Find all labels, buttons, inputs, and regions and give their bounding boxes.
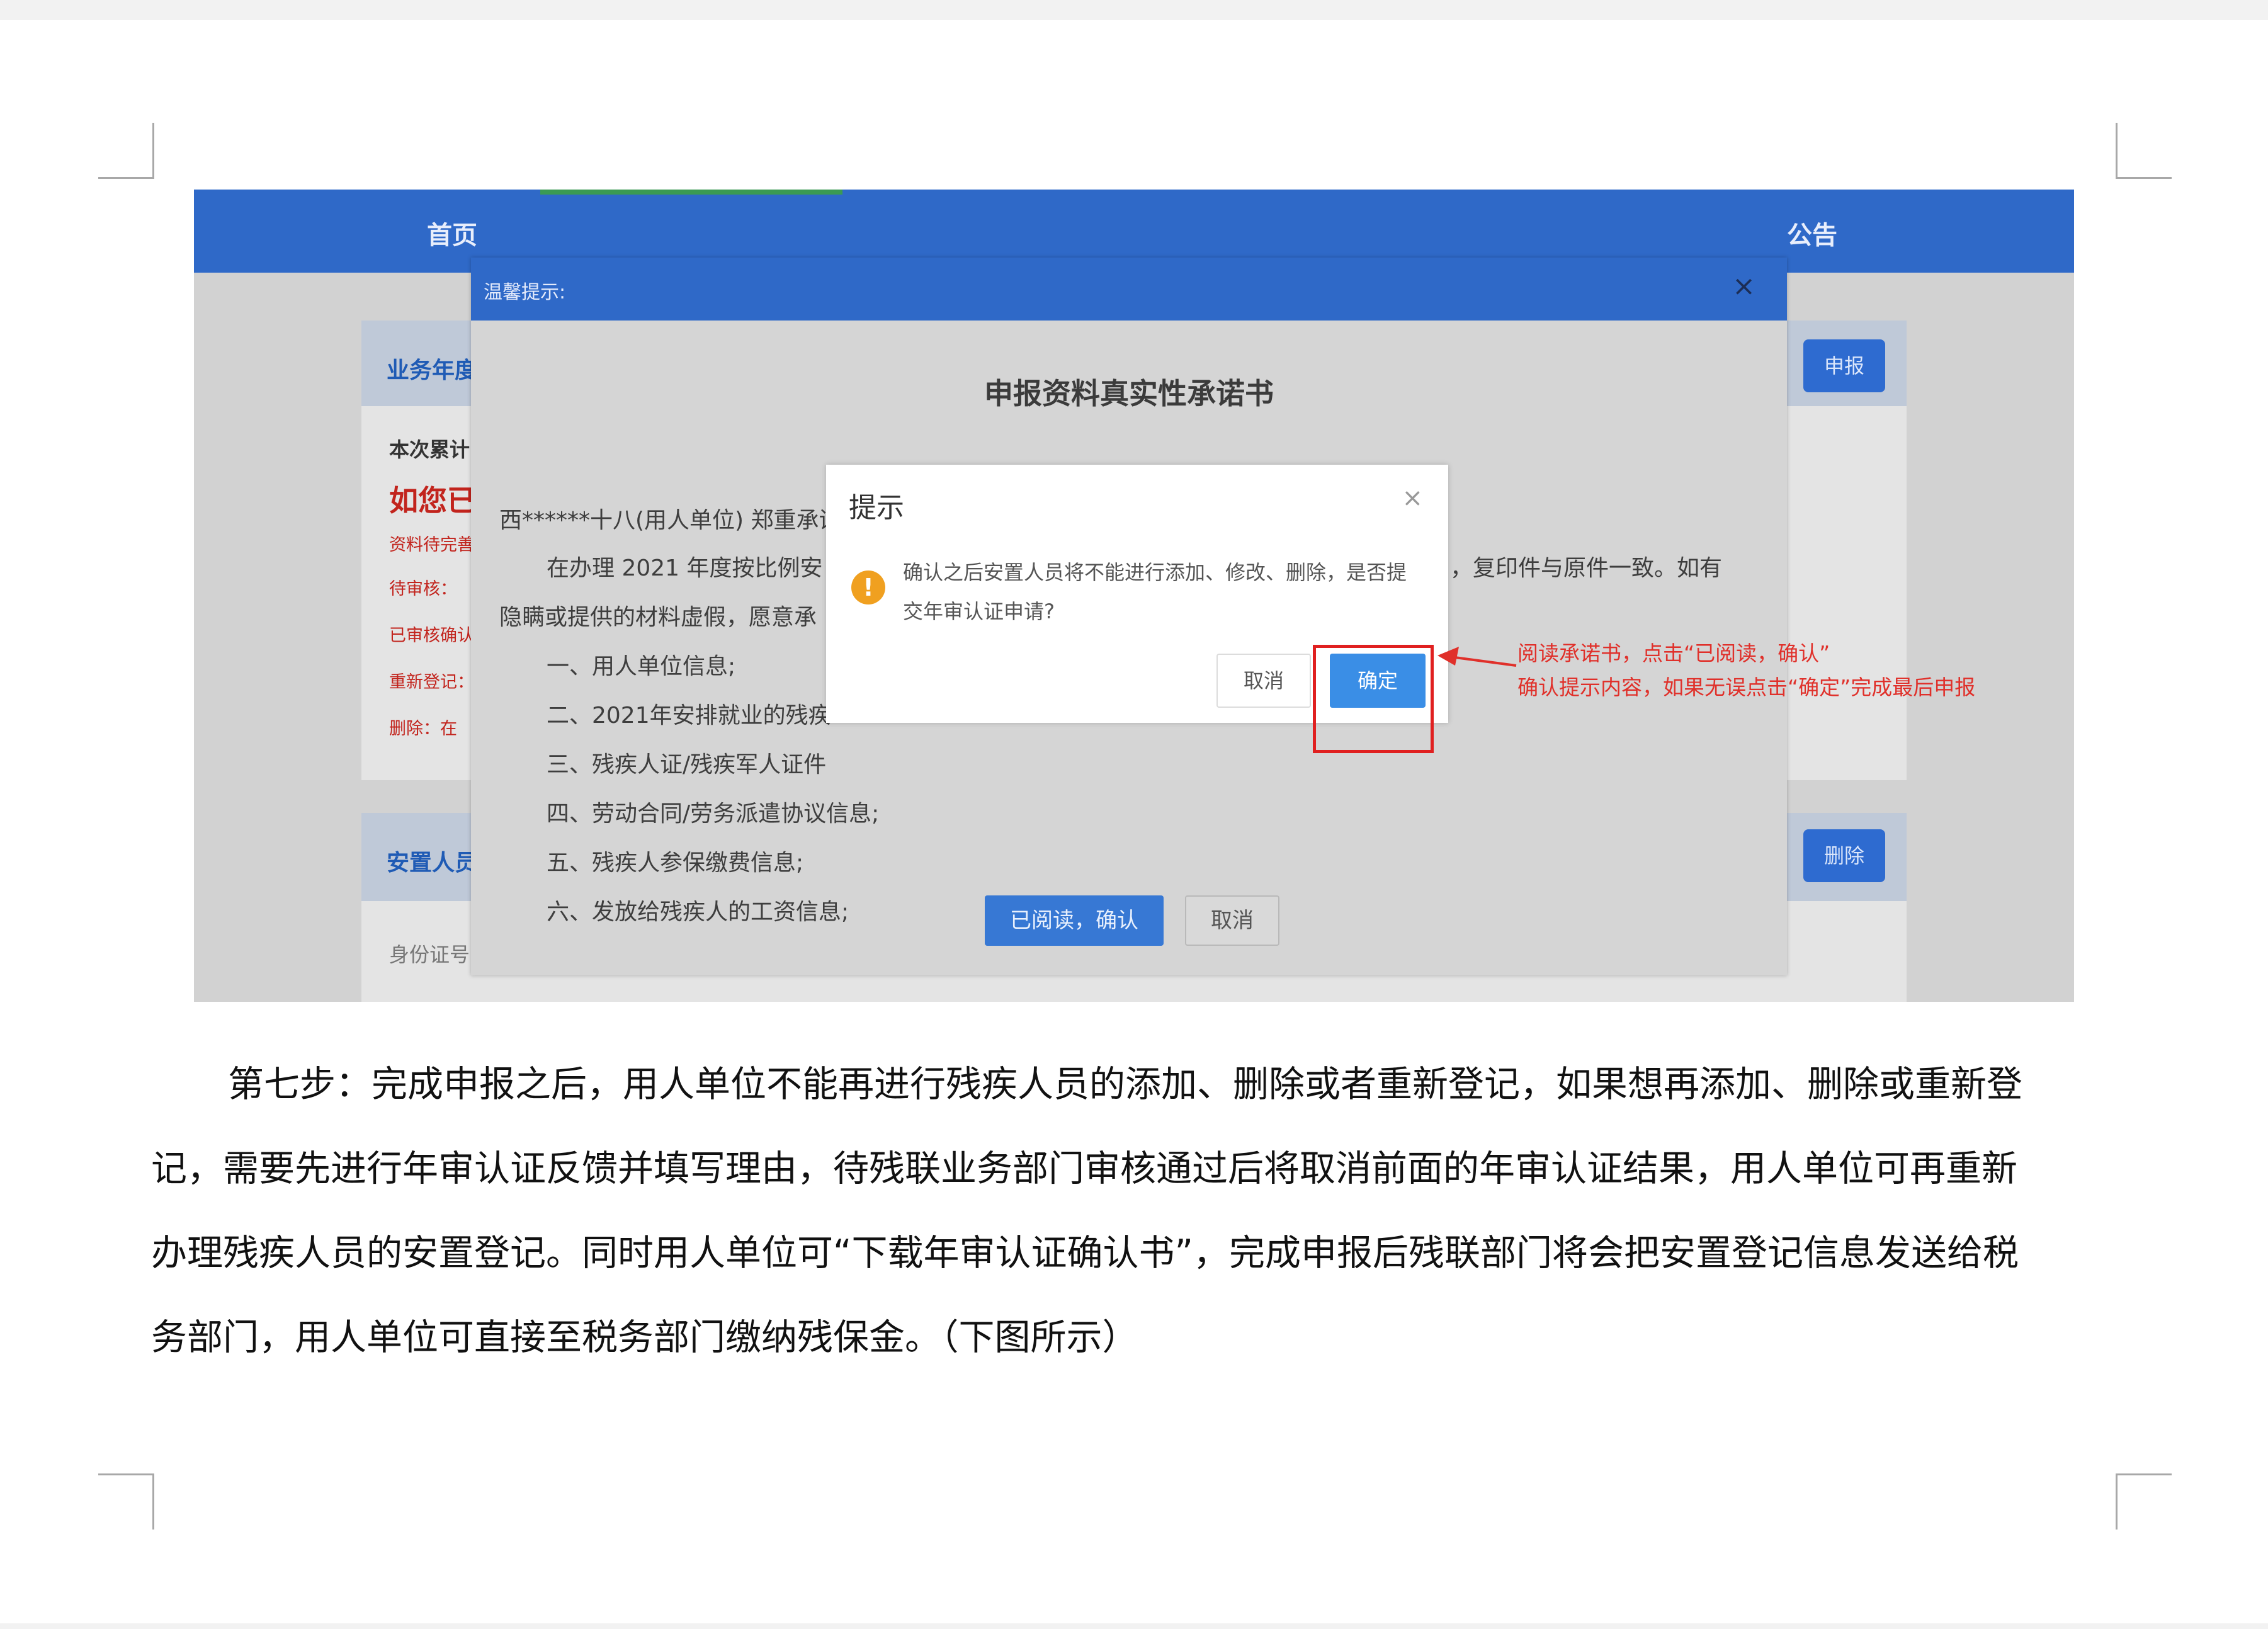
- paragraph-line: 办理残疾人员的安置登记。同时用人单位可“下载年审认证确认书”，完成申报后残联部门…: [151, 1232, 2019, 1274]
- ok-button-highlight-box: [1313, 645, 1434, 753]
- nav-home[interactable]: 首页: [427, 215, 477, 251]
- annotation-text: 阅读承诺书，点击“已阅读，确认” 确认提示内容，如果无误点击“确定”完成最后申报: [1517, 637, 1975, 705]
- commitment-item: 一、用人单位信息;: [547, 654, 736, 679]
- commitment-item: 二、2021年安排就业的残疾: [547, 703, 831, 729]
- alert-cancel-button[interactable]: 取消: [1216, 654, 1311, 708]
- commitment-line: 西******十八(用人单位) 郑重承诺:: [499, 508, 849, 533]
- nav-notice[interactable]: 公告: [1787, 215, 1837, 251]
- embedded-screenshot: 首页 公告 业务年度 申报 本次累计 如您已 资料待完善 待审核： 已审核确认 …: [194, 190, 2074, 1002]
- annotation-arrow-icon: [1437, 647, 1517, 667]
- status-delete: 删除：在: [389, 719, 457, 739]
- read-confirm-button[interactable]: 已阅读，确认: [985, 895, 1164, 946]
- active-tab-indicator: [540, 190, 842, 195]
- commitment-title: 申报资料真实性承诺书: [984, 377, 1274, 411]
- alert-title: 提示: [849, 492, 904, 524]
- crop-mark-top-left: [98, 123, 154, 179]
- status-reregister: 重新登记：: [389, 673, 474, 692]
- card-title: 安置人员: [387, 850, 478, 876]
- commitment-line-tail: ，复印件与原件一致。如有: [1450, 555, 1723, 581]
- paragraph-line: 记，需要先进行年审认证反馈并填写理由，待残联业务部门审核通过后将取消前面的年审认…: [151, 1148, 2017, 1189]
- commitment-line: 在办理 2021 年度按比例安: [547, 555, 823, 581]
- annotation-line: 阅读承诺书，点击“已阅读，确认”: [1517, 641, 1830, 666]
- crop-mark-top-right: [2116, 123, 2172, 179]
- commitment-item: 四、劳动合同/劳务派遣协议信息;: [547, 801, 880, 827]
- commitment-item: 六、发放给残疾人的工资信息;: [547, 899, 849, 925]
- delete-button[interactable]: 删除: [1803, 829, 1885, 882]
- id-number-label: 身份证号: [389, 943, 470, 967]
- declare-button[interactable]: 申报: [1803, 339, 1885, 392]
- paragraph-line: 第七步：完成申报之后，用人单位不能再进行残疾人员的添加、删除或者重新登记，如果想…: [228, 1064, 2022, 1105]
- commitment-item: 三、残疾人证/残疾军人证件: [547, 752, 827, 778]
- modal-header-title: 温馨提示:: [484, 281, 566, 304]
- alert-message: 确认之后安置人员将不能进行添加、修改、删除，是否提交年审认证申请?: [903, 560, 1407, 623]
- modal-header: 温馨提示: ×: [471, 258, 1787, 321]
- status-pending-review: 待审核：: [389, 579, 457, 599]
- warning-icon: !: [851, 570, 885, 604]
- notice-headline: 如您已: [389, 484, 476, 518]
- commitment-line: 隐瞒或提供的材料虚假，愿意承: [499, 604, 817, 630]
- crop-mark-bottom-left: [98, 1473, 154, 1530]
- step-seven-paragraph: 第七步：完成申报之后，用人单位不能再进行残疾人员的添加、删除或者重新登记，如果想…: [151, 1042, 2116, 1380]
- commitment-item: 五、残疾人参保缴费信息;: [547, 850, 804, 876]
- card-title: 业务年度: [387, 358, 478, 383]
- document-page: 首页 公告 业务年度 申报 本次累计 如您已 资料待完善 待审核： 已审核确认 …: [0, 20, 2268, 1623]
- status-pending-info: 资料待完善: [389, 535, 474, 555]
- crop-mark-bottom-right: [2116, 1473, 2172, 1530]
- status-confirmed: 已审核确认: [389, 626, 474, 645]
- annotation-line: 确认提示内容，如果无误点击“确定”完成最后申报: [1517, 675, 1976, 700]
- paragraph-line: 务部门，用人单位可直接至税务部门缴纳残保金。（下图所示）: [151, 1317, 1138, 1358]
- close-icon[interactable]: ×: [1732, 270, 1755, 302]
- close-icon[interactable]: ×: [1402, 484, 1423, 513]
- commitment-cancel-button[interactable]: 取消: [1185, 895, 1279, 946]
- cumulative-label: 本次累计: [389, 438, 470, 462]
